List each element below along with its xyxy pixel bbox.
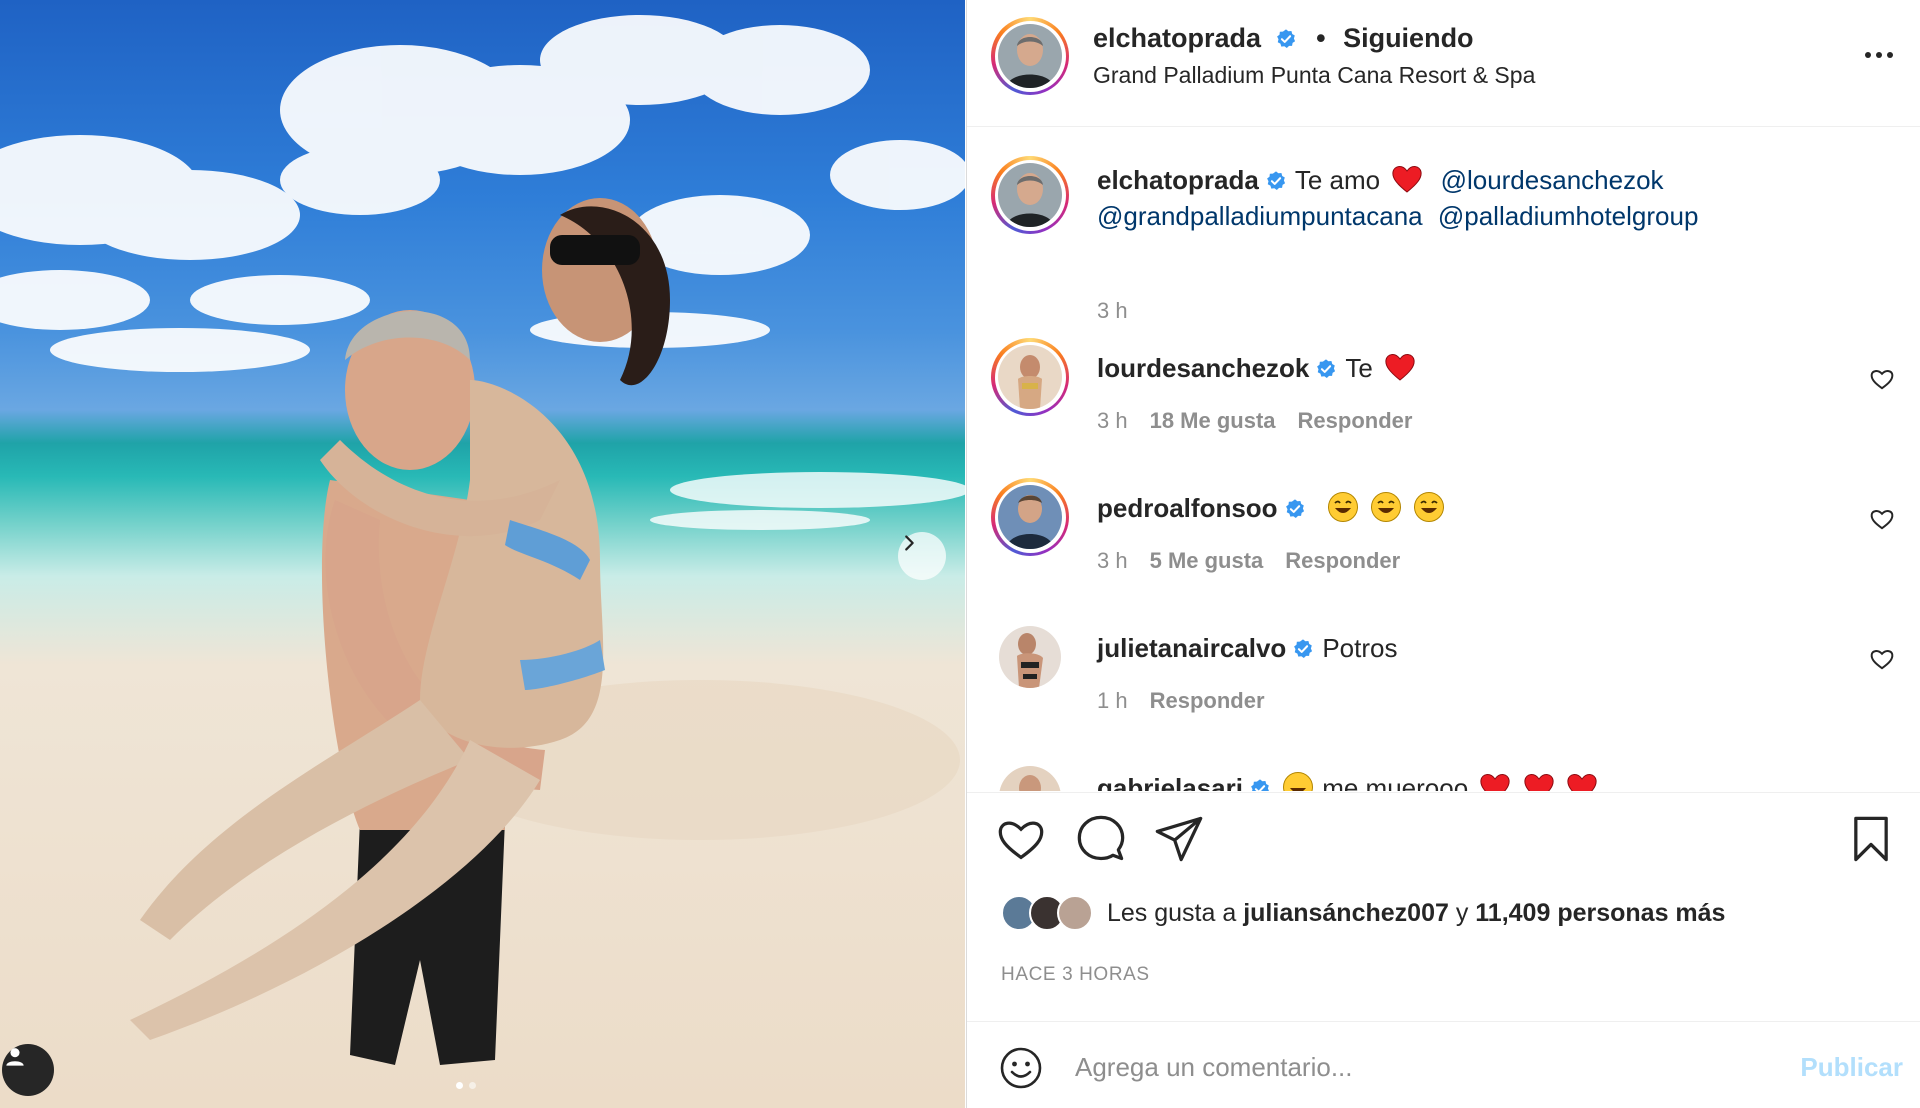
comment-meta: 3 h 5 Me gusta Responder (1097, 548, 1400, 574)
red-heart-icon (1524, 774, 1554, 791)
heart-icon[interactable] (995, 813, 1047, 865)
comment-text: Potros (1322, 633, 1398, 663)
chevron-right-icon (905, 535, 914, 551)
caption-meta: 3 h (1097, 298, 1128, 324)
commenter-username[interactable]: gabrielasari (1097, 773, 1243, 791)
emoji-picker-icon[interactable] (999, 1046, 1043, 1090)
mention-link[interactable]: @grandpalladiumpuntacana (1097, 201, 1423, 231)
laughing-emoji-icon (1327, 492, 1358, 522)
laughing-emoji-icon (1283, 772, 1314, 791)
like-comment-heart-icon[interactable] (1869, 366, 1895, 392)
caption-time[interactable]: 3 h (1097, 298, 1128, 324)
reply-button[interactable]: Responder (1298, 408, 1413, 434)
verified-badge-icon (1317, 359, 1336, 378)
avatar-photo (998, 345, 1062, 409)
carousel-dot (456, 1082, 463, 1089)
more-options-button[interactable] (1857, 40, 1901, 70)
comment-meta: 1 h Responder (1097, 688, 1265, 714)
comment-icon[interactable] (1075, 813, 1127, 865)
avatar-photo (998, 24, 1062, 88)
commenter-username[interactable]: pedroalfonsoo (1097, 493, 1278, 523)
likes-text: Les gusta a juliansánchez007 y 11,409 pe… (1107, 899, 1725, 928)
verified-badge-icon (1294, 639, 1313, 658)
user-icon (6, 1048, 24, 1066)
likes-summary[interactable]: Les gusta a juliansánchez007 y 11,409 pe… (1001, 895, 1725, 931)
avatar-photo (999, 626, 1061, 688)
avatar-photo (999, 766, 1061, 791)
publish-button[interactable]: Publicar (1800, 1052, 1903, 1083)
comment-likes[interactable]: 18 Me gusta (1150, 408, 1276, 434)
verified-badge-icon (1285, 499, 1304, 518)
post-header: elchatoprada • Siguiendo Grand Palladium… (967, 0, 1920, 127)
likes-joiner: y (1455, 898, 1469, 927)
comment-time[interactable]: 1 h (1097, 688, 1128, 714)
comment-text: me muerooo (1322, 773, 1469, 791)
carousel-dot (469, 1082, 476, 1089)
avatar-photo (998, 163, 1062, 227)
bookmark-icon[interactable] (1845, 813, 1897, 865)
red-heart-icon (1392, 166, 1422, 193)
post-timestamp[interactable]: HACE 3 HORAS (1001, 964, 1150, 986)
following-button[interactable]: Siguiendo (1343, 23, 1474, 53)
comment-composer: Publicar (967, 1021, 1920, 1108)
comment-text: Te (1345, 353, 1373, 383)
header-separator: • (1316, 23, 1326, 53)
comment-input[interactable] (1075, 1042, 1735, 1092)
reply-button[interactable]: Responder (1285, 548, 1400, 574)
commenter-avatar[interactable] (991, 478, 1069, 556)
laughing-emoji-icon (1371, 492, 1402, 522)
red-heart-icon (1480, 774, 1511, 791)
tagged-users-button[interactable] (2, 1044, 54, 1096)
avatar-photo (998, 485, 1062, 549)
like-comment-heart-icon[interactable] (1869, 506, 1895, 532)
comment-time[interactable]: 3 h (1097, 408, 1128, 434)
post-side-panel: elchatoprada • Siguiendo Grand Palladium… (966, 0, 1920, 1108)
post-location[interactable]: Grand Palladium Punta Cana Resort & Spa (1093, 62, 1535, 89)
more-horizontal-icon (1865, 52, 1871, 58)
mention-link[interactable]: @lourdesanchezok (1441, 165, 1664, 195)
caption-username[interactable]: elchatoprada (1097, 165, 1259, 195)
red-heart-icon (1385, 354, 1415, 381)
commenter-avatar[interactable] (999, 766, 1061, 791)
author-avatar[interactable] (991, 17, 1069, 95)
verified-badge-icon (1276, 29, 1295, 48)
verified-badge-icon (1266, 171, 1285, 190)
liker-avatar (1057, 895, 1093, 931)
send-icon[interactable] (1153, 813, 1205, 865)
commenter-username[interactable]: lourdesanchezok (1097, 353, 1309, 383)
liker-username[interactable]: juliansánchez007 (1243, 899, 1449, 927)
comment-meta: 3 h 18 Me gusta Responder (1097, 408, 1412, 434)
likes-prefix: Les gusta a (1107, 898, 1237, 927)
comment-likes[interactable]: 5 Me gusta (1150, 548, 1264, 574)
reply-button[interactable]: Responder (1150, 688, 1265, 714)
commenter-username[interactable]: julietanaircalvo (1097, 633, 1286, 663)
beach-photo-illustration (0, 15, 965, 1065)
caption-text: Te amo (1294, 165, 1381, 195)
next-photo-button[interactable] (898, 532, 946, 580)
red-heart-icon (1567, 774, 1597, 791)
mention-link[interactable]: @palladiumhotelgroup (1438, 201, 1699, 231)
caption-avatar[interactable] (991, 156, 1069, 234)
laughing-emoji-icon (1414, 492, 1445, 522)
author-username[interactable]: elchatoprada (1093, 23, 1261, 53)
post-photo[interactable] (0, 0, 965, 1108)
comments-list[interactable]: elchatoprada Te amo @lourdesanchezok @gr… (967, 128, 1920, 791)
comment-time[interactable]: 3 h (1097, 548, 1128, 574)
carousel-indicator (456, 1082, 476, 1089)
post-actions: Les gusta a juliansánchez007 y 11,409 pe… (967, 792, 1920, 1022)
likes-others-count[interactable]: 11,409 personas más (1475, 899, 1725, 927)
like-comment-heart-icon[interactable] (1869, 646, 1895, 672)
commenter-avatar[interactable] (991, 338, 1069, 416)
verified-badge-icon (1251, 779, 1269, 791)
commenter-avatar[interactable] (999, 626, 1061, 688)
